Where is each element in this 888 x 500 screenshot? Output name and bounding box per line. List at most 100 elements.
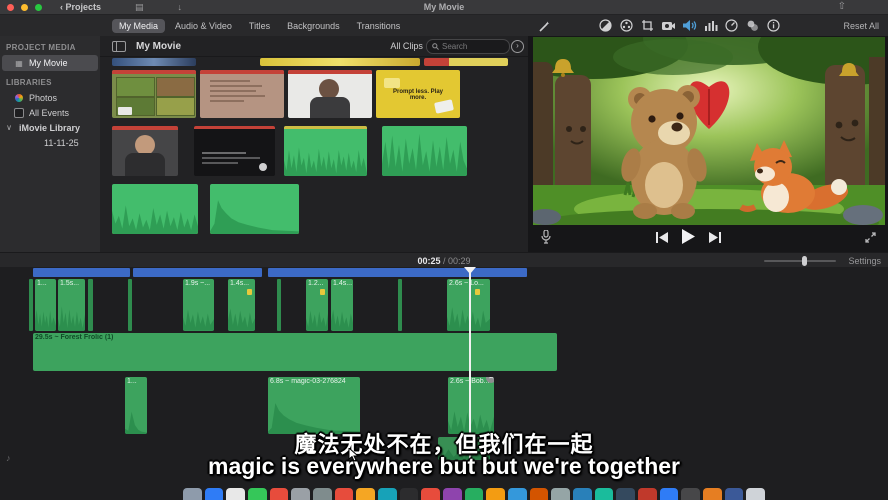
timeline-clip[interactable]: 1.9s ~... (183, 279, 214, 331)
timeline-clip[interactable]: 1.4s... (331, 279, 353, 331)
clip-handle[interactable] (277, 279, 281, 331)
media-thumbnail[interactable] (112, 58, 196, 66)
reset-all-button[interactable]: Reset All (843, 21, 879, 31)
dock-app-icon[interactable] (508, 488, 527, 500)
disclosure-chevron-icon[interactable]: ∨ (4, 123, 14, 132)
media-thumbnail[interactable] (200, 70, 284, 118)
timeline-clip[interactable]: 1... (35, 279, 56, 331)
clip-handle[interactable] (398, 279, 402, 331)
dock-app-icon[interactable] (595, 488, 614, 500)
timeline-clip[interactable]: 1... (125, 377, 147, 434)
preview-image[interactable] (533, 37, 885, 225)
dock-app-icon[interactable] (313, 488, 332, 500)
zoom-window-button[interactable] (35, 4, 42, 11)
dock-app-icon[interactable] (183, 488, 202, 500)
browser-advanced-icon[interactable]: › (511, 40, 524, 53)
media-thumbnail[interactable] (112, 184, 198, 234)
dock-app-icon[interactable] (551, 488, 570, 500)
crop-icon[interactable] (639, 18, 656, 33)
clip-handle[interactable] (128, 279, 132, 331)
sidebar-item-all-events[interactable]: All Events (0, 105, 100, 120)
media-thumbnail[interactable] (382, 126, 467, 176)
timeline-zoom-slider[interactable] (764, 260, 836, 262)
dock-app-icon[interactable] (378, 488, 397, 500)
minimize-window-button[interactable] (21, 4, 28, 11)
dock-app-icon[interactable] (205, 488, 224, 500)
tab-backgrounds[interactable]: Backgrounds (280, 19, 347, 33)
tab-my-media[interactable]: My Media (112, 19, 165, 33)
noise-reduction-icon[interactable] (702, 18, 719, 33)
dock-app-icon[interactable] (248, 488, 267, 500)
sidebar-item-imovie-library[interactable]: ∨ iMovie Library (0, 120, 100, 135)
clip-handle[interactable] (88, 279, 93, 331)
timeline-clip[interactable]: 1.4s... (228, 279, 255, 331)
close-window-button[interactable] (7, 4, 14, 11)
dock-app-icon[interactable] (356, 488, 375, 500)
title-bar-clip[interactable] (33, 268, 130, 277)
effects-icon[interactable] (744, 18, 761, 33)
timeline-clip[interactable]: 6.8s ~ magic-03-276824 (268, 377, 360, 434)
playhead-handle[interactable] (464, 267, 476, 274)
dock-app-icon[interactable] (638, 488, 657, 500)
title-bar-clip[interactable] (268, 268, 527, 277)
timeline-clip[interactable]: 1.2... (306, 279, 328, 331)
fullscreen-icon[interactable] (865, 230, 876, 248)
media-thumbnail[interactable] (112, 70, 196, 118)
info-icon[interactable] (765, 18, 782, 33)
dock-app-icon[interactable] (681, 488, 700, 500)
import-icon[interactable]: ↓ (178, 2, 183, 12)
title-bar-clip[interactable] (133, 268, 262, 277)
speed-icon[interactable] (723, 18, 740, 33)
media-thumbnail[interactable] (424, 58, 508, 66)
voiceover-mic-icon[interactable] (541, 230, 551, 249)
dock-app-icon[interactable] (616, 488, 635, 500)
media-organizer-icon[interactable]: ▤ (135, 2, 144, 13)
enhance-wand-icon[interactable] (536, 18, 553, 33)
tab-transitions[interactable]: Transitions (350, 19, 408, 33)
dock-app-icon[interactable] (421, 488, 440, 500)
dock-app-icon[interactable] (335, 488, 354, 500)
share-icon[interactable]: ⇧ (838, 1, 846, 12)
timeline-settings-button[interactable]: Settings (848, 256, 881, 266)
play-button[interactable] (681, 229, 696, 249)
media-thumbnail[interactable] (210, 184, 299, 234)
sidebar-item-photos[interactable]: Photos (0, 90, 100, 105)
dock-app-icon[interactable] (443, 488, 462, 500)
sidebar-item-my-movie[interactable]: ▦ My Movie (2, 55, 98, 71)
skip-back-button[interactable] (656, 230, 668, 248)
media-thumbnail[interactable] (260, 58, 420, 66)
dock-app-icon[interactable] (703, 488, 722, 500)
tab-titles[interactable]: Titles (242, 19, 277, 33)
media-thumbnail[interactable] (288, 70, 372, 118)
search-field[interactable] (426, 39, 510, 54)
dock-app-icon[interactable] (226, 488, 245, 500)
media-thumbnail[interactable] (194, 126, 275, 176)
sidebar-item-event-date[interactable]: 11-11-25 (0, 135, 100, 150)
back-to-projects-button[interactable]: ‹ Projects (60, 2, 101, 12)
dock-app-icon[interactable] (530, 488, 549, 500)
clip-close-badge[interactable]: × (486, 377, 494, 383)
timeline-music-clip[interactable]: 29.5s ~ Forest Frolic (1) (33, 333, 557, 371)
dock-app-icon[interactable] (291, 488, 310, 500)
color-correction-icon[interactable] (618, 18, 635, 33)
dock[interactable] (183, 488, 765, 500)
sidebar-toggle-icon[interactable] (112, 41, 126, 52)
volume-icon[interactable] (681, 18, 698, 33)
color-balance-icon[interactable] (597, 18, 614, 33)
dock-app-icon[interactable] (660, 488, 679, 500)
tab-audio-video[interactable]: Audio & Video (168, 19, 239, 33)
dock-app-icon[interactable] (486, 488, 505, 500)
dock-app-icon[interactable] (400, 488, 419, 500)
dock-app-icon[interactable] (465, 488, 484, 500)
dock-app-icon[interactable] (270, 488, 289, 500)
stabilization-icon[interactable] (660, 18, 677, 33)
skip-forward-button[interactable] (709, 230, 721, 248)
media-thumbnail[interactable] (112, 126, 178, 176)
dock-app-icon[interactable] (746, 488, 765, 500)
search-input[interactable] (442, 42, 494, 51)
timeline-clip[interactable]: 2.6s ~ Bob... × (448, 377, 494, 434)
clip-handle[interactable] (29, 279, 33, 331)
media-thumbnail[interactable] (284, 126, 367, 176)
dock-app-icon[interactable] (573, 488, 592, 500)
timeline-clip[interactable]: 1.5s... (58, 279, 85, 331)
